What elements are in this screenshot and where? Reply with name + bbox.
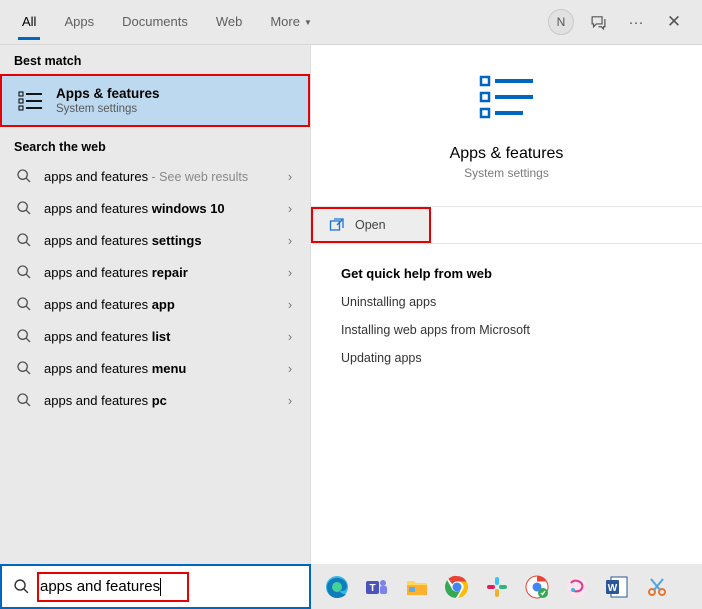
web-result-text: apps and features list [44,329,272,344]
web-search-label: Search the web [0,131,310,160]
search-input-value: apps and features [40,578,160,595]
chevron-right-icon: › [284,361,296,376]
web-result-text: apps and features - See web results [44,169,272,184]
web-result-item[interactable]: apps and features windows 10 › [0,192,310,224]
apps-features-icon [18,88,44,114]
chevron-right-icon: › [284,329,296,344]
tab-all[interactable]: All [8,4,50,41]
preview-title: Apps & features [331,145,682,163]
taskbar-file-explorer-icon[interactable] [405,575,429,599]
chevron-down-icon: ▼ [304,18,312,27]
best-match-title: Apps & features [56,86,160,101]
search-icon [2,578,40,595]
chevron-right-icon: › [284,393,296,408]
search-icon [16,328,32,344]
web-result-text: apps and features settings [44,233,272,248]
svg-text:W: W [608,583,618,594]
preview-panel: Apps & features System settings Open Get… [311,45,702,564]
open-button[interactable]: Open [311,207,431,243]
web-result-text: apps and features pc [44,393,272,408]
chevron-right-icon: › [284,265,296,280]
open-icon [329,217,345,233]
web-results-list: apps and features - See web results›apps… [0,160,310,416]
preview-icon [331,71,682,131]
best-match-label: Best match [0,45,310,74]
chevron-right-icon: › [284,169,296,184]
search-icon [16,360,32,376]
preview-subtitle: System settings [331,166,682,180]
web-result-text: apps and features repair [44,265,272,280]
svg-text:T: T [369,583,375,594]
text-caret [160,578,161,596]
web-result-item[interactable]: apps and features list › [0,320,310,352]
quick-help-title: Get quick help from web [341,266,672,281]
header: All Apps Documents Web More▼ N ··· ✕ [0,0,702,45]
taskbar-edge-icon[interactable] [325,575,349,599]
taskbar-word-icon[interactable]: W [605,575,629,599]
search-box[interactable]: apps and features [0,564,311,609]
taskbar-chrome-canary-icon[interactable] [525,575,549,599]
avatar[interactable]: N [548,9,574,35]
taskbar-slack-icon[interactable] [485,575,509,599]
quick-help-item[interactable]: Installing web apps from Microsoft [341,323,672,337]
results-panel: Best match Apps & features System settin… [0,45,311,564]
web-result-item[interactable]: apps and features settings › [0,224,310,256]
search-icon [16,200,32,216]
header-icons: N ··· ✕ [548,8,694,36]
web-result-item[interactable]: apps and features repair › [0,256,310,288]
close-icon[interactable]: ✕ [660,8,688,36]
taskbar-chrome-icon[interactable] [445,575,469,599]
best-match-result[interactable]: Apps & features System settings [0,74,310,127]
chevron-right-icon: › [284,297,296,312]
web-result-item[interactable]: apps and features - See web results › [0,160,310,192]
search-icon [16,296,32,312]
taskbar-snipping-icon[interactable] [645,575,669,599]
web-result-text: apps and features menu [44,361,272,376]
taskbar: TW [311,564,702,609]
search-icon [16,264,32,280]
tab-more[interactable]: More▼ [256,4,326,41]
search-icon [16,392,32,408]
more-options-icon[interactable]: ··· [622,8,650,36]
web-result-item[interactable]: apps and features menu › [0,352,310,384]
search-icon [16,168,32,184]
web-result-text: apps and features app [44,297,272,312]
search-tabs: All Apps Documents Web More▼ [8,4,548,41]
taskbar-onenote-icon[interactable] [565,575,589,599]
open-label: Open [355,218,386,232]
quick-help-item[interactable]: Uninstalling apps [341,295,672,309]
tab-apps[interactable]: Apps [50,4,108,41]
web-result-item[interactable]: apps and features app › [0,288,310,320]
feedback-icon[interactable] [584,8,612,36]
chevron-right-icon: › [284,233,296,248]
web-result-item[interactable]: apps and features pc › [0,384,310,416]
best-match-subtitle: System settings [56,103,160,115]
tab-web[interactable]: Web [202,4,257,41]
taskbar-teams-icon[interactable]: T [365,575,389,599]
search-icon [16,232,32,248]
web-result-text: apps and features windows 10 [44,201,272,216]
quick-help-item[interactable]: Updating apps [341,351,672,365]
chevron-right-icon: › [284,201,296,216]
tab-documents[interactable]: Documents [108,4,202,41]
